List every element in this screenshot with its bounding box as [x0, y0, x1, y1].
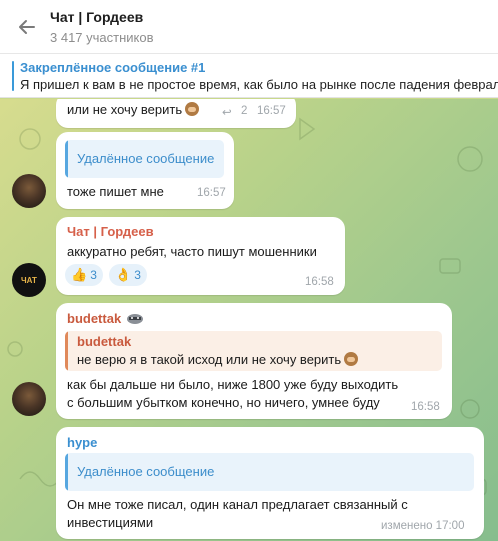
see-no-evil-monkey-emoji: [185, 102, 200, 116]
raccoon-emoji-icon: [126, 314, 143, 324]
reply-sender-name: budettak: [77, 334, 132, 349]
reply-preview[interactable]: Удалённое сообщение: [65, 140, 224, 178]
chat-header: Чат | Гордеев 3 417 участников: [0, 0, 498, 54]
reply-accent-bar: [65, 140, 68, 178]
replies-count[interactable]: 2: [241, 105, 247, 117]
message-text-line: Он мне тоже писал, один канал предлагает…: [67, 497, 408, 512]
message-bubble[interactable]: или не хочу верить ↩ 2 16:57: [56, 99, 296, 128]
member-count: 3 417 участников: [50, 30, 154, 45]
pinned-title: Закреплённое сообщение #1: [20, 60, 206, 75]
message-bubble[interactable]: Чат | Гордеев аккуратно ребят, часто пиш…: [56, 217, 345, 295]
message-time: 16:58: [411, 401, 440, 413]
ok-hand-emoji: 👌: [115, 267, 132, 282]
message-text: аккуратно ребят, часто пишут мошенники: [67, 244, 317, 259]
message-time-edited: изменено 17:00: [381, 520, 465, 532]
arrow-left-icon: [19, 20, 35, 34]
sender-name[interactable]: hype: [67, 435, 97, 450]
reaction-thumbs-up[interactable]: 👍 3: [65, 264, 103, 286]
message-text-line: с большим убытком конечно, но ничего, ум…: [67, 395, 380, 410]
reply-arrow-icon: ↩: [222, 107, 232, 119]
message-bubble[interactable]: budettak budettak не верю я в такой исхо…: [56, 303, 452, 419]
see-no-evil-monkey-emoji: [344, 352, 359, 366]
message-text: тоже пишет мне: [67, 184, 164, 199]
reaction-count: 3: [90, 268, 97, 282]
sender-name[interactable]: budettak: [67, 311, 145, 326]
message-text: или не хочу верить: [67, 100, 200, 119]
reaction-ok-hand[interactable]: 👌 3: [109, 264, 147, 286]
message-time: 16:57: [257, 105, 286, 117]
avatar[interactable]: [12, 382, 46, 416]
message-list[interactable]: или не хочу верить ↩ 2 16:57 Удалённое с…: [0, 99, 498, 541]
message-time: 16:57: [197, 187, 226, 199]
message-text-line: инвестициями: [67, 515, 154, 530]
deleted-message-label: Удалённое сообщение: [77, 464, 215, 479]
message-text-line: как бы дальше ни было, ниже 1800 уже буд…: [67, 377, 399, 392]
avatar[interactable]: ЧАТ: [12, 263, 46, 297]
avatar-logo-text: ЧАТ: [21, 275, 37, 285]
reaction-count: 3: [134, 268, 141, 282]
message-time: 16:58: [305, 276, 334, 288]
back-button[interactable]: [14, 14, 40, 40]
reply-accent-bar: [65, 331, 68, 371]
message-bubble[interactable]: hype Удалённое сообщение Он мне тоже пис…: [56, 427, 484, 539]
pinned-message[interactable]: Закреплённое сообщение #1 Я пришел к вам…: [0, 54, 498, 98]
pinned-accent-bar: [12, 61, 14, 91]
avatar[interactable]: [12, 174, 46, 208]
pinned-text: Я пришел к вам в не простое время, как б…: [20, 77, 498, 92]
message-bubble[interactable]: Удалённое сообщение тоже пишет мне 16:57: [56, 132, 234, 209]
reply-preview[interactable]: budettak не верю я в такой исход или не …: [65, 331, 442, 371]
chat-title[interactable]: Чат | Гордеев: [50, 9, 143, 25]
sender-name[interactable]: Чат | Гордеев: [67, 224, 154, 239]
deleted-message-label: Удалённое сообщение: [77, 151, 215, 166]
reply-accent-bar: [65, 453, 68, 491]
thumbs-up-emoji: 👍: [71, 267, 88, 282]
reply-preview[interactable]: Удалённое сообщение: [65, 453, 474, 491]
reply-text: не верю я в такой исход или не хочу вери…: [77, 350, 359, 369]
